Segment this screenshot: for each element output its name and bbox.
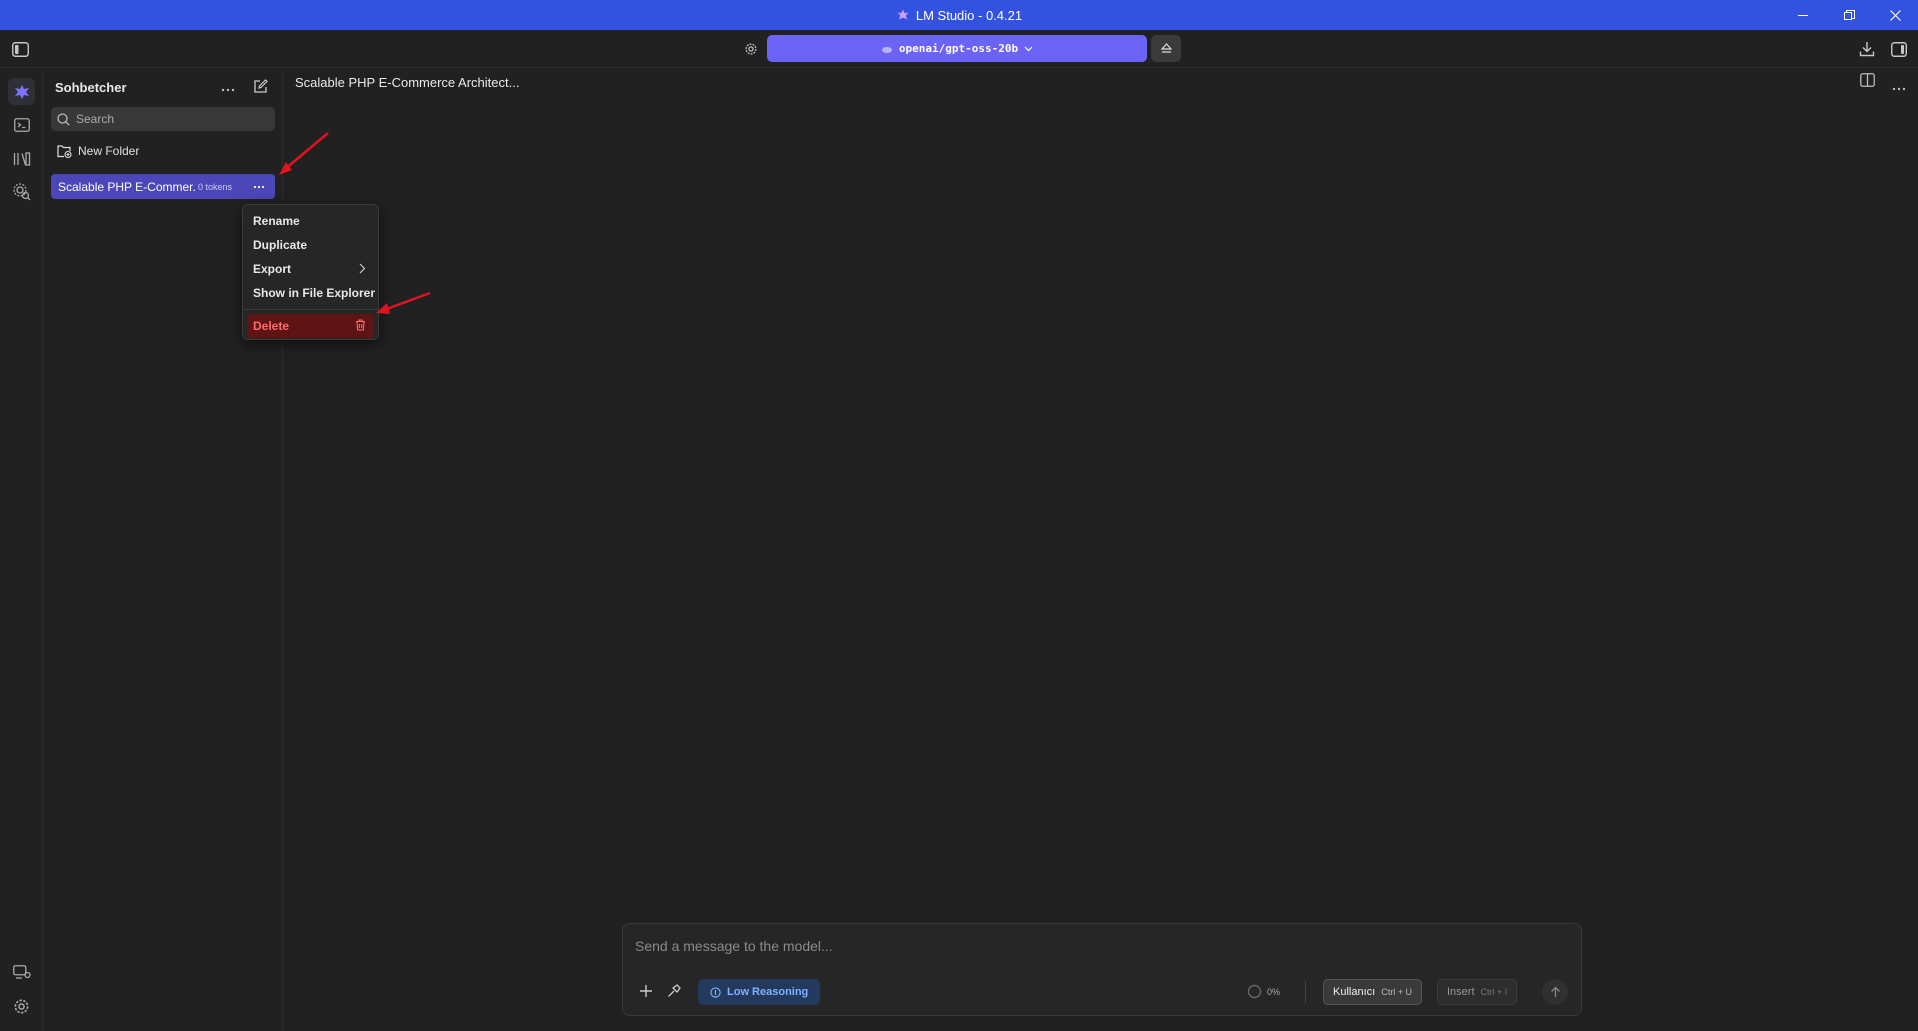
rail-settings-button[interactable] — [8, 993, 35, 1020]
minimize-button[interactable] — [1780, 0, 1826, 30]
role-shortcut: Ctrl + U — [1381, 987, 1412, 997]
close-icon — [1889, 9, 1901, 21]
chat-icon — [14, 84, 29, 99]
model-name: openai/gpt-oss-20b — [898, 42, 1019, 55]
lmstudio-logo-icon — [897, 9, 909, 20]
tools-icon — [668, 984, 681, 997]
title-bar: LM Studio - 0.4.21 — [0, 0, 1918, 30]
chat-search-box[interactable] — [51, 107, 275, 131]
rail-models-button[interactable] — [8, 145, 35, 172]
send-arrow-icon — [1550, 986, 1560, 997]
sidebar-more-button[interactable] — [221, 79, 235, 95]
insert-shortcut: Ctrl + I — [1480, 987, 1508, 997]
sidebar-toggle-button[interactable] — [10, 40, 30, 58]
info-icon — [710, 986, 721, 998]
downloads-button[interactable] — [1857, 39, 1877, 59]
eject-model-button[interactable] — [1151, 35, 1181, 62]
annotation-arrows — [279, 132, 431, 314]
composer-divider — [1305, 981, 1306, 1003]
right-panel-toggle-button[interactable] — [1889, 39, 1909, 59]
more-icon — [253, 185, 265, 189]
new-folder-button[interactable]: New Folder — [57, 144, 139, 158]
trash-icon — [356, 319, 365, 331]
library-icon — [13, 151, 30, 166]
download-icon — [1859, 42, 1875, 57]
settings-button[interactable] — [742, 40, 760, 58]
message-input[interactable] — [635, 938, 1535, 954]
menu-divider — [243, 309, 378, 310]
top-toolbar: openai/gpt-oss-20b — [0, 30, 1918, 68]
new-chat-button[interactable] — [253, 79, 268, 99]
context-usage-text: 0% — [1267, 986, 1281, 997]
role-label: Kullanıcı — [1333, 986, 1376, 998]
reasoning-toggle[interactable]: Low Reasoning — [698, 979, 821, 1005]
insert-button[interactable]: Insert Ctrl + I — [1437, 979, 1518, 1005]
navigation-rail — [0, 69, 43, 1031]
chat-context-menu: Rename Duplicate Export Show in File Exp… — [242, 204, 379, 340]
role-button[interactable]: Kullanıcı Ctrl + U — [1323, 979, 1422, 1005]
plus-icon — [640, 985, 652, 997]
more-icon — [1892, 87, 1906, 91]
terminal-icon — [13, 117, 30, 132]
close-button[interactable] — [1872, 0, 1918, 30]
chevron-right-icon — [359, 263, 366, 274]
split-view-icon — [1860, 73, 1875, 87]
insert-label: Insert — [1447, 986, 1475, 998]
search-input[interactable] — [76, 112, 256, 126]
model-selector[interactable]: openai/gpt-oss-20b — [767, 35, 1147, 62]
chat-item-name: Scalable PHP E-Commer... — [58, 179, 196, 194]
window-title-text: LM Studio - 0.4.21 — [915, 7, 1023, 23]
cloud-icon — [881, 46, 892, 53]
rail-discover-button[interactable] — [8, 178, 35, 205]
window-controls — [1780, 0, 1918, 30]
chat-list-item[interactable]: Scalable PHP E-Commer... 0 tokens — [51, 174, 275, 199]
chat-options-button[interactable] — [1892, 78, 1906, 96]
menu-item-duplicate[interactable]: Duplicate — [243, 233, 378, 257]
more-icon — [221, 88, 235, 92]
message-composer: Low Reasoning 0% Kullanıcı Ctrl + U Inse… — [622, 923, 1582, 1016]
rail-server-button[interactable] — [8, 958, 35, 985]
tools-button[interactable] — [667, 984, 681, 1003]
rail-developer-button[interactable] — [8, 111, 35, 138]
menu-item-delete[interactable]: Delete — [247, 314, 374, 338]
menu-item-export[interactable]: Export — [243, 257, 378, 281]
chat-title: Scalable PHP E-Commerce Architect... — [295, 75, 520, 90]
menu-item-label: Delete — [253, 319, 290, 333]
send-button[interactable] — [1542, 979, 1568, 1005]
gear-icon — [14, 999, 29, 1014]
annotation-arrow — [279, 132, 329, 175]
new-folder-label: New Folder — [78, 144, 140, 158]
chat-item-more-button[interactable] — [253, 178, 265, 192]
context-usage-indicator[interactable]: 0% — [1247, 984, 1280, 999]
restore-icon — [1843, 9, 1855, 20]
attach-button[interactable] — [639, 984, 653, 1003]
chat-item-tokens: 0 tokens — [198, 181, 233, 192]
compose-icon — [254, 79, 268, 93]
settings-gear-icon — [745, 43, 757, 55]
search-icon — [57, 112, 70, 126]
menu-item-show-in-explorer[interactable]: Show in File Explorer — [243, 281, 378, 305]
minimize-icon — [1797, 14, 1808, 16]
menu-item-rename[interactable]: Rename — [243, 209, 378, 233]
restore-button[interactable] — [1826, 0, 1872, 30]
menu-item-label: Duplicate — [253, 238, 308, 252]
menu-item-label: Show in File Explorer — [253, 286, 376, 300]
reasoning-label: Low Reasoning — [727, 986, 809, 998]
menu-item-label: Rename — [253, 214, 300, 228]
right-panel-icon — [1891, 41, 1907, 57]
menu-item-label: Export — [253, 262, 292, 276]
chevron-down-icon — [1024, 46, 1033, 51]
window-title: LM Studio - 0.4.21 — [896, 8, 1022, 23]
discover-icon — [12, 182, 30, 200]
server-icon — [12, 964, 31, 979]
folder-plus-icon — [57, 144, 72, 158]
rail-chat-button[interactable] — [8, 78, 35, 105]
annotation-arrow — [376, 291, 431, 314]
progress-ring-icon — [1247, 984, 1262, 999]
sidebar-toggle-icon — [11, 41, 29, 57]
sidebar-title: Sohbetcher — [55, 80, 127, 95]
split-view-button[interactable] — [1860, 73, 1875, 92]
eject-icon — [1160, 43, 1172, 53]
